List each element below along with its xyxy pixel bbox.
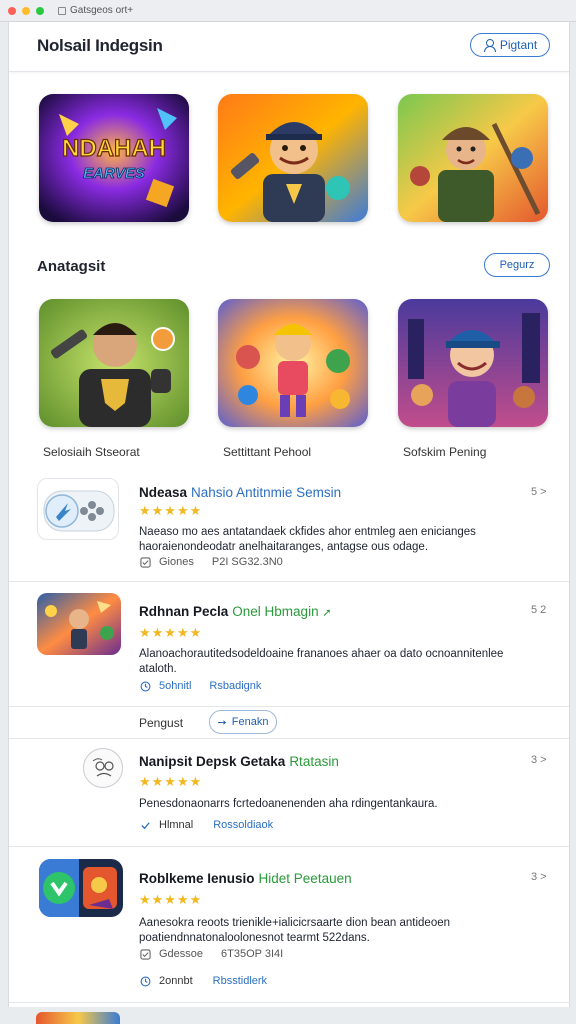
section-art-3 — [398, 299, 548, 427]
app-description-1: Naeaso mo aes antatandaek ckfides ahor e… — [139, 526, 476, 553]
section-caption-3: Sofskim Pening — [403, 445, 487, 459]
app-meta-4: Gdessoe 6T35OP 3I4I — [140, 948, 283, 960]
app-name-4[interactable]: Roblkeme Ienusio Hidet Peetauen — [139, 871, 352, 886]
more-chevron-2[interactable]: 5 2 — [531, 604, 546, 616]
close-window-button[interactable] — [8, 6, 16, 15]
more-chevron-4[interactable]: 3 > — [531, 871, 547, 883]
more-chevron-1[interactable]: 5 > — [531, 486, 547, 498]
app-window: Nolsail Indegsin Pigtant NDAHAH EARVES A… — [8, 22, 570, 1007]
app-name-1[interactable]: Ndeasa Nahsio Antitnmie Semsin — [139, 485, 341, 500]
section-caption-1: Selosiaih Stseorat — [43, 445, 140, 459]
app-meta-3: Hlmnal Rossoldiaok — [140, 819, 273, 831]
account-button[interactable]: Pigtant — [470, 33, 550, 57]
featured-card-1[interactable]: NDAHAH EARVES — [39, 94, 189, 222]
app-meta-4a: Gdessoe — [159, 948, 204, 960]
app-art-2 — [37, 593, 121, 655]
divider — [9, 738, 569, 739]
app-meta-4b: 6T35OP 3I4I — [221, 948, 284, 960]
app-description-4: Aanesokra reoots trienikle+ialicicrsaart… — [139, 917, 451, 944]
window-title: Gatsgeos ort+ — [70, 5, 134, 16]
section-card-3[interactable] — [398, 299, 548, 427]
rating-stars-1: ★★★★★ — [139, 503, 203, 518]
app-subtitle-2: Onel Hbmagin ➚ — [232, 604, 332, 619]
app-icon-4[interactable] — [39, 859, 123, 917]
user-icon — [483, 39, 496, 52]
rating-stars-2: ★★★★★ — [139, 625, 203, 640]
zoom-window-button[interactable] — [36, 6, 44, 15]
section-card-1[interactable] — [39, 299, 189, 427]
minimize-window-button[interactable] — [22, 6, 30, 15]
featured-card-2[interactable] — [218, 94, 368, 222]
rating-stars-4: ★★★★★ — [139, 892, 203, 907]
divider — [9, 1002, 569, 1003]
person-walk-icon: ➙ — [217, 716, 227, 729]
app-meta-2: 5ohnitl Rsbadignk — [140, 680, 261, 692]
app-meta-4c: 2onnbt — [159, 975, 193, 987]
featured-art-1: NDAHAH EARVES — [39, 94, 189, 222]
rating-stars-3: ★★★★★ — [139, 774, 203, 789]
section-more-button[interactable]: Pegurz — [484, 253, 550, 277]
section-caption-2: Settittant Pehool — [223, 445, 312, 459]
app-description-2: Alanoachorautitedsodeldoaine frananoes a… — [139, 648, 504, 675]
clock-icon — [140, 681, 151, 691]
app-subtitle-1: Nahsio Antitnmie Semsin — [191, 485, 342, 500]
header: Nolsail Indegsin Pigtant — [9, 22, 569, 72]
next-item-preview — [36, 1012, 120, 1024]
app-name-3[interactable]: Nanipsit Depsk Getaka Rtatasin — [139, 754, 339, 769]
app-meta-4-links: 2onnbt Rbsstidlerk — [140, 975, 267, 987]
app-meta-4d[interactable]: Rbsstidlerk — [213, 975, 267, 987]
window-titlebar: Gatsgeos ort+ — [0, 0, 576, 22]
filter-chip-label: Fenakn — [231, 716, 269, 728]
svg-text:NDAHAH: NDAHAH — [62, 135, 166, 162]
featured-art-3 — [398, 94, 548, 222]
section-art-1 — [39, 299, 189, 427]
app-name-2[interactable]: Rdhnan Pecla Onel Hbmagin ➚ — [139, 604, 332, 619]
divider — [9, 706, 569, 707]
page-title: Nolsail Indegsin — [37, 36, 163, 55]
app-icon — [58, 6, 66, 15]
app-meta-1a: Giones — [159, 556, 194, 568]
clock-icon — [140, 976, 151, 986]
app-description-3: Penesdonaonarrs fcrtedoanenenden aha rdi… — [139, 798, 438, 810]
app-icon-1[interactable] — [37, 478, 119, 540]
app-icon-2[interactable] — [37, 593, 121, 655]
app-icon-3[interactable] — [83, 748, 123, 788]
section-title: Anatagsit — [37, 258, 106, 275]
svg-text:EARVES: EARVES — [83, 165, 145, 182]
app-meta-2a[interactable]: 5ohnitl — [159, 680, 191, 692]
app-subtitle-3: Rtatasin — [289, 754, 339, 769]
app-meta-1b: P2I SG32.3N0 — [211, 556, 283, 568]
app-subtitle-4: Hidet Peetauen — [258, 871, 352, 886]
app-meta-1: Giones P2I SG32.3N0 — [140, 556, 283, 568]
app-meta-3b[interactable]: Rossoldiaok — [213, 819, 273, 831]
face-sketch-icon — [92, 758, 114, 777]
divider — [9, 846, 569, 847]
featured-card-3[interactable] — [398, 94, 548, 222]
more-chevron-3[interactable]: 3 > — [531, 754, 547, 766]
tag-icon — [140, 556, 151, 568]
featured-art-2 — [218, 94, 368, 222]
account-button-label: Pigtant — [499, 38, 538, 52]
app-art-4 — [39, 859, 123, 917]
section-art-2 — [218, 299, 368, 427]
section-card-2[interactable] — [218, 299, 368, 427]
app-meta-2b[interactable]: Rsbadignk — [209, 680, 261, 692]
app-meta-3a: Hlmnal — [159, 819, 194, 831]
divider — [9, 581, 569, 582]
gamepad-icon — [43, 490, 115, 532]
tag-icon — [140, 948, 151, 960]
filter-label: Pengust — [139, 716, 184, 730]
filter-chip[interactable]: ➙ Fenakn — [209, 710, 277, 734]
check-icon — [141, 821, 150, 829]
